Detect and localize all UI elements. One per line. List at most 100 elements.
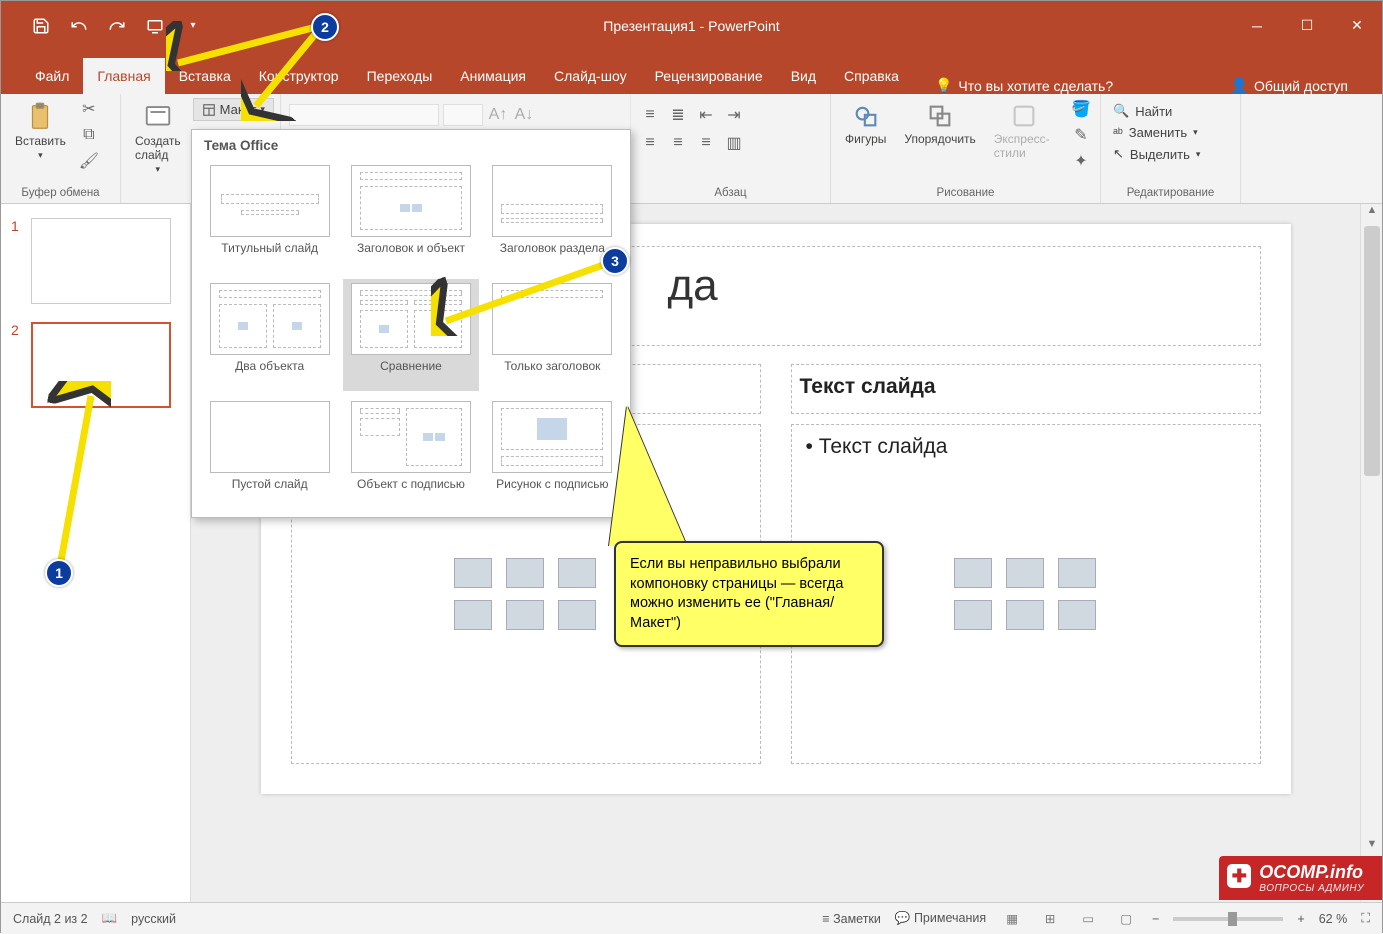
layout-option-label: Титульный слайд [221,241,318,269]
slide-thumbnails-panel[interactable]: 1 2 [1,204,191,902]
copy-icon[interactable]: ⧉ [78,124,100,146]
insert-video-icon[interactable] [558,600,596,630]
redo-icon[interactable] [107,16,127,36]
font-size-select[interactable] [443,104,483,126]
fit-to-window-icon[interactable]: ⛶ [1361,911,1370,926]
zoom-in-icon[interactable]: + [1297,912,1304,926]
insert-table-icon[interactable] [454,558,492,588]
sorter-view-icon[interactable]: ⊞ [1038,909,1062,929]
minimize-button[interactable]: ─ [1232,7,1282,45]
tell-me-search[interactable]: 💡 Что вы хотите сделать? [923,77,1125,94]
editing-group: 🔍Найти ᵃᵇЗаменить▾ ↖Выделить▾ Редактиров… [1101,94,1241,203]
slide-counter[interactable]: Слайд 2 из 2 [13,912,88,926]
insert-smartart-icon[interactable] [1058,558,1096,588]
text-header-right-placeholder[interactable]: Текст слайда [791,364,1261,414]
annotation-badge-2: 2 [311,13,339,41]
tab-animations[interactable]: Анимация [446,58,540,94]
align-center-icon[interactable]: ≡ [667,132,689,154]
insert-chart-icon[interactable] [506,558,544,588]
decrease-font-icon[interactable]: A↓ [513,104,535,126]
qat-customize-icon[interactable]: ▾ [183,16,203,36]
insert-online-picture-icon[interactable] [1006,600,1044,630]
tab-insert[interactable]: Вставка [165,58,245,94]
insert-video-icon[interactable] [1058,600,1096,630]
layout-option-6[interactable]: Пустой слайд [202,397,337,509]
decrease-indent-icon[interactable]: ⇤ [695,104,717,126]
text-header-right: Текст слайда [800,375,936,398]
window-title: Презентация1 - PowerPoint [603,18,779,34]
spellcheck-icon[interactable]: 📖 [102,911,118,926]
insert-picture-icon[interactable] [954,600,992,630]
comments-button[interactable]: 💬 Примечания [895,911,986,926]
normal-view-icon[interactable]: ▦ [1000,909,1024,929]
language-indicator[interactable]: русский [131,912,176,926]
increase-indent-icon[interactable]: ⇥ [723,104,745,126]
scroll-down-icon[interactable]: ▼ [1361,838,1383,858]
tab-slideshow[interactable]: Слайд-шоу [540,58,641,94]
content-icons-left [454,558,598,630]
layout-option-2[interactable]: Заголовок раздела [485,161,620,273]
align-left-icon[interactable]: ≡ [639,132,661,154]
tab-transitions[interactable]: Переходы [353,58,447,94]
scroll-up-icon[interactable]: ▲ [1361,204,1383,224]
layout-option-3[interactable]: Два объекта [202,279,337,391]
paste-button[interactable]: Вставить ▾ [9,98,72,165]
tab-view[interactable]: Вид [777,58,830,94]
layout-option-1[interactable]: Заголовок и объект [343,161,478,273]
callout-tail [609,406,687,546]
new-slide-button[interactable]: Создать слайд ▾ [129,98,187,179]
layout-button[interactable]: Макет ▾ [193,98,274,121]
thumb-num-1: 1 [11,218,23,304]
align-right-icon[interactable]: ≡ [695,132,717,154]
reading-view-icon[interactable]: ▭ [1076,909,1100,929]
shapes-button[interactable]: Фигуры [839,98,892,150]
insert-picture-icon[interactable] [454,600,492,630]
replace-button[interactable]: ᵃᵇЗаменить▾ [1109,124,1202,141]
undo-icon[interactable] [69,16,89,36]
slide-thumbnail-1[interactable] [31,218,171,304]
tab-review[interactable]: Рецензирование [641,58,777,94]
share-button[interactable]: 👤 Общий доступ [1221,77,1359,94]
insert-table-icon[interactable] [954,558,992,588]
layout-option-label: Сравнение [380,359,442,387]
increase-font-icon[interactable]: A↑ [487,104,509,126]
tab-design[interactable]: Конструктор [245,58,353,94]
slide-thumbnail-2[interactable] [31,322,171,408]
slideshow-view-icon[interactable]: ▢ [1114,909,1138,929]
close-button[interactable]: ✕ [1332,7,1382,45]
start-from-beginning-icon[interactable] [145,16,165,36]
vertical-scrollbar[interactable]: ▲ ▼ ⯭ ⯯ [1360,204,1382,902]
notes-button[interactable]: ≡ Заметки [822,912,881,926]
tab-help[interactable]: Справка [830,58,913,94]
shape-fill-icon[interactable]: 🪣 [1070,98,1092,120]
insert-online-picture-icon[interactable] [506,600,544,630]
select-button[interactable]: ↖Выделить▾ [1109,145,1204,163]
zoom-slider[interactable] [1173,917,1283,921]
arrange-button[interactable]: Упорядочить [898,98,981,150]
tab-file[interactable]: Файл [21,58,83,94]
shape-effects-icon[interactable]: ✦ [1070,150,1092,172]
save-icon[interactable] [31,16,51,36]
layout-option-4[interactable]: Сравнение [343,279,478,391]
layout-option-8[interactable]: Рисунок с подписью [485,397,620,509]
insert-smartart-icon[interactable] [558,558,596,588]
cut-icon[interactable]: ✂ [78,98,100,120]
zoom-out-icon[interactable]: − [1152,912,1159,926]
layout-option-0[interactable]: Титульный слайд [202,161,337,273]
numbering-icon[interactable]: ≣ [667,104,689,126]
columns-icon[interactable]: ▥ [723,132,745,154]
insert-chart-icon[interactable] [1006,558,1044,588]
scroll-thumb[interactable] [1364,226,1380,476]
zoom-slider-thumb[interactable] [1228,912,1237,926]
layout-dropdown: Тема Office Титульный слайдЗаголовок и о… [191,129,631,518]
zoom-level[interactable]: 62 % [1319,912,1348,926]
format-painter-icon[interactable]: 🖌 [78,150,100,172]
font-family-select[interactable] [289,104,439,126]
maximize-button[interactable]: ☐ [1282,7,1332,45]
layout-option-7[interactable]: Объект с подписью [343,397,478,509]
tab-home[interactable]: Главная [83,58,164,94]
layout-option-5[interactable]: Только заголовок [485,279,620,391]
bullets-icon[interactable]: ≡ [639,104,661,126]
shape-outline-icon[interactable]: ✎ [1070,124,1092,146]
find-button[interactable]: 🔍Найти [1109,102,1176,120]
